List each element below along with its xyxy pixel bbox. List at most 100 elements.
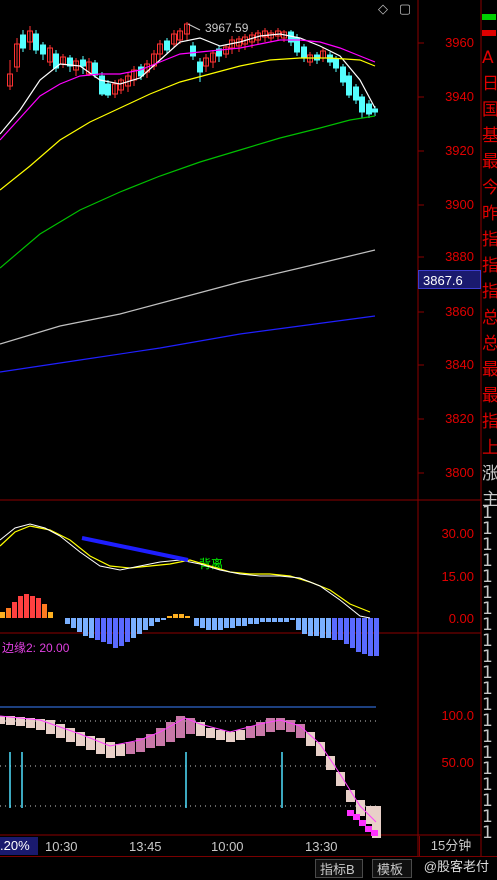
side-panel-digit: 1 — [482, 823, 493, 843]
side-panel-label: 最 — [482, 360, 497, 380]
kdj-bar — [166, 722, 175, 742]
macd-bar — [326, 618, 331, 638]
candle-body — [333, 58, 339, 69]
macd-bar — [42, 604, 47, 618]
kdj-bar — [0, 716, 5, 724]
side-panel-label: 指 — [482, 230, 497, 250]
ma60-line — [0, 115, 376, 269]
macd-bar — [260, 618, 265, 622]
macd-bar — [107, 618, 112, 644]
kdj-bar-oversold — [371, 830, 378, 836]
side-panel-label: 总 — [482, 334, 497, 354]
macd-bar — [314, 618, 319, 636]
kdj-axis: 100.0 50.00 — [441, 708, 474, 770]
macd-bar — [71, 618, 76, 628]
macd-tick: 30.00 — [441, 526, 474, 541]
side-panel-label: 涨 — [482, 464, 497, 484]
macd-bar — [24, 594, 29, 618]
macd-bar — [0, 612, 5, 618]
macd-bar — [161, 618, 166, 620]
macd-bar — [36, 598, 41, 618]
macd-bar — [272, 618, 277, 622]
indicator-b-button[interactable]: 指标B — [315, 859, 363, 878]
candle-body — [92, 62, 98, 76]
max-price-label: 3967.59 — [205, 21, 249, 35]
quote-side-panel: A日国基最今昨指指指总总最最指上涨主111111111111111111111 — [481, 0, 497, 879]
price-tick: 3940 — [445, 89, 474, 104]
restore-window-icon[interactable]: ▢ — [397, 2, 413, 16]
kdj-title: 边缘2: 20.00 — [2, 641, 70, 655]
macd-bar — [12, 602, 17, 618]
candle-body — [33, 33, 39, 51]
macd-bar — [18, 596, 23, 618]
candle-body — [340, 66, 346, 83]
price-tick: 3800 — [445, 465, 474, 480]
side-panel-label: A — [482, 48, 494, 68]
macd-bar — [266, 618, 271, 622]
kdj-bar-oversold — [353, 814, 360, 820]
percent-readout: .20% — [0, 837, 38, 855]
macd-bar — [212, 618, 217, 630]
kdj-bar — [236, 730, 245, 740]
price-tick: 3880 — [445, 249, 474, 264]
macd-bar — [284, 618, 289, 622]
candle-body — [190, 45, 196, 57]
macd-bar — [194, 618, 199, 626]
macd-bar — [350, 618, 355, 648]
dea-line — [0, 525, 371, 613]
macd-bar — [374, 618, 379, 656]
time-tick: 10:00 — [211, 839, 244, 854]
macd-bar — [290, 618, 295, 620]
side-panel-label: 最 — [482, 152, 497, 172]
macd-bar — [248, 618, 253, 624]
kdj-tick: 50.00 — [441, 755, 474, 770]
macd-bar — [368, 618, 373, 656]
macd-bar — [143, 618, 148, 630]
kdj-bar — [126, 742, 135, 754]
kdj-bar-oversold — [359, 820, 366, 826]
kdj-bar — [306, 732, 315, 746]
side-panel-label: 指 — [482, 256, 497, 276]
price-tick: 3860 — [445, 304, 474, 319]
diamond-icon[interactable]: ◇ — [375, 2, 391, 16]
macd-bar — [179, 614, 184, 618]
template-button[interactable]: 模板 — [372, 859, 412, 878]
side-panel-label: 日 — [482, 74, 497, 94]
time-tick: 13:45 — [129, 839, 162, 854]
macd-bar — [236, 618, 241, 626]
macd-bar — [242, 618, 247, 626]
side-panel-label: 昨 — [482, 204, 497, 224]
side-panel-label: 总 — [482, 308, 497, 328]
kline-chart[interactable]: 3960 3940 3920 3900 3880 3860 3840 3820 … — [0, 0, 497, 879]
kdj-bar — [226, 732, 235, 742]
macd-tick: 0.00 — [449, 611, 474, 626]
macd-bar — [65, 618, 70, 624]
ma5-line — [0, 33, 376, 135]
macd-bar — [6, 608, 11, 618]
candle-body — [105, 83, 111, 96]
kdj-bar-oversold — [365, 826, 372, 832]
candle-body — [353, 86, 359, 101]
macd-bar — [206, 618, 211, 630]
macd-bar — [344, 618, 349, 644]
candle-body — [366, 103, 372, 115]
side-panel-label: 国 — [482, 100, 497, 120]
macd-bar — [131, 618, 136, 638]
macd-bar — [200, 618, 205, 628]
side-panel-label: 指 — [482, 282, 497, 302]
candle-body — [359, 96, 365, 113]
kdj-bar — [266, 718, 275, 732]
ma250-line — [0, 315, 376, 373]
timeframe-selector[interactable]: 15分钟 — [419, 836, 482, 856]
macd-bar — [95, 618, 100, 640]
macd-bar — [137, 618, 142, 634]
macd-bar — [278, 618, 283, 622]
macd-bar — [119, 618, 124, 646]
kdj-tick: 100.0 — [441, 708, 474, 723]
panel-frames — [0, 0, 482, 856]
macd-bar — [149, 618, 154, 626]
macd-bar — [296, 618, 301, 630]
macd-bar — [254, 618, 259, 624]
price-tick: 3900 — [445, 197, 474, 212]
bottom-toolbar: 指标B 模板 — [0, 856, 497, 880]
